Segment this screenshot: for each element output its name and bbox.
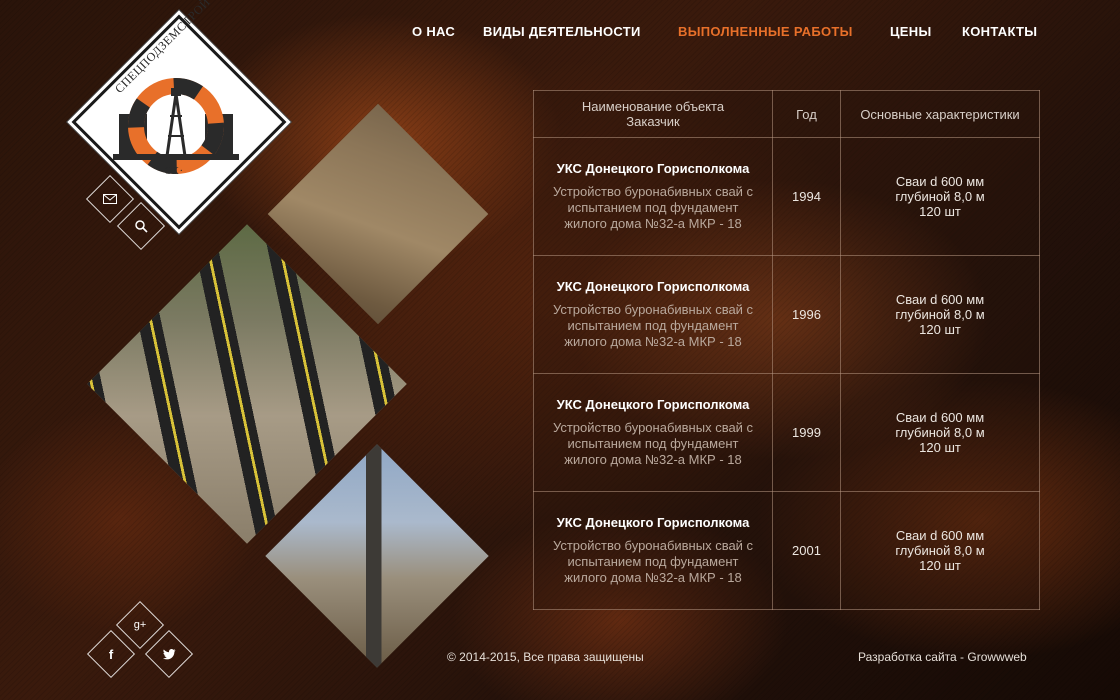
cell-object: УКС Донецкого Горисполкома Устройство бур…: [533, 373, 773, 492]
spec-line: Сваи d 600 мм: [895, 410, 985, 425]
nav-item-services[interactable]: ВИДЫ ДЕЯТЕЛЬНОСТИ: [483, 24, 641, 39]
table-row: УКС Донецкого Горисполкома Устройство бур…: [533, 373, 1040, 492]
row-title: УКС Донецкого Горисполкома: [556, 279, 750, 294]
cell-specs: Сваи d 600 мм глубиной 8,0 м 120 шт: [840, 137, 1040, 256]
cell-object: УКС Донецкого Горисполкома Устройство бур…: [533, 255, 773, 374]
cell-year: 1999: [772, 373, 841, 492]
row-title: УКС Донецкого Горисполкома: [556, 397, 750, 412]
cell-specs: Сваи d 600 мм глубиной 8,0 м 120 шт: [840, 255, 1040, 374]
spec-line: 120 шт: [919, 322, 961, 337]
table-row: УКС Донецкого Горисполкома Устройство бур…: [533, 491, 1040, 610]
spec-line: глубиной 8,0 м: [895, 307, 985, 322]
table-row: УКС Донецкого Горисполкома Устройство бур…: [533, 137, 1040, 256]
spec-line: Сваи d 600 мм: [895, 528, 985, 543]
spec-line: Сваи d 600 мм: [895, 174, 985, 189]
nav-item-about[interactable]: О НАС: [412, 24, 455, 39]
row-title: УКС Донецкого Горисполкома: [556, 161, 750, 176]
nav-item-completed-works[interactable]: ВЫПОЛНЕННЫЕ РАБОТЫ: [678, 24, 853, 39]
cell-specs: Сваи d 600 мм глубиной 8,0 м 120 шт: [840, 373, 1040, 492]
spec-line: 120 шт: [919, 440, 961, 455]
row-description: Устройство буронабивных свай с испытанием…: [552, 184, 754, 231]
table-header-row: Наименование объекта Заказчик Год Основн…: [533, 90, 1040, 138]
twitter-icon: [153, 638, 185, 670]
mail-icon: [94, 183, 126, 215]
developer-credit[interactable]: Разработка сайта - Growwweb: [858, 650, 1027, 664]
table-row: УКС Донецкого Горисполкома Устройство бур…: [533, 255, 1040, 374]
row-description: Устройство буронабивных свай с испытанием…: [552, 420, 754, 467]
header-object: Наименование объекта Заказчик: [533, 90, 773, 138]
nav-item-prices[interactable]: ЦЕНЫ: [890, 24, 931, 39]
google-plus-icon: g+: [133, 619, 147, 631]
row-description: Устройство буронабивных свай с испытанием…: [552, 302, 754, 349]
row-title: УКС Донецкого Горисполкома: [556, 515, 750, 530]
nav-item-contacts[interactable]: КОНТАКТЫ: [962, 24, 1037, 39]
copyright: © 2014-2015, Все права защищены: [447, 650, 644, 664]
facebook-icon: f: [108, 646, 114, 662]
cell-year: 1994: [772, 137, 841, 256]
spec-line: глубиной 8,0 м: [895, 189, 985, 204]
spec-line: 120 шт: [919, 204, 961, 219]
row-description: Устройство буронабивных свай с испытанием…: [552, 538, 754, 585]
header-customer: Заказчик: [626, 114, 680, 129]
spec-line: 120 шт: [919, 558, 961, 573]
cell-year: 2001: [772, 491, 841, 610]
header-object-name: Наименование объекта: [581, 99, 725, 114]
header-specs: Основные характеристики: [840, 90, 1040, 138]
main-nav: О НАС ВИДЫ ДЕЯТЕЛЬНОСТИ ВЫПОЛНЕННЫЕ РАБО…: [412, 24, 1040, 44]
spec-line: Сваи d 600 мм: [895, 292, 985, 307]
search-icon: [125, 210, 157, 242]
works-table: Наименование объекта Заказчик Год Основн…: [533, 90, 1040, 610]
cell-year: 1996: [772, 255, 841, 374]
logo-text-bottom: ·СК·: [160, 166, 184, 177]
header-year: Год: [772, 90, 841, 138]
spec-line: глубиной 8,0 м: [895, 425, 985, 440]
cell-object: УКС Донецкого Горисполкома Устройство бур…: [533, 137, 773, 256]
cell-specs: Сваи d 600 мм глубиной 8,0 м 120 шт: [840, 491, 1040, 610]
spec-line: глубиной 8,0 м: [895, 543, 985, 558]
cell-object: УКС Донецкого Горисполкома Устройство бур…: [533, 491, 773, 610]
